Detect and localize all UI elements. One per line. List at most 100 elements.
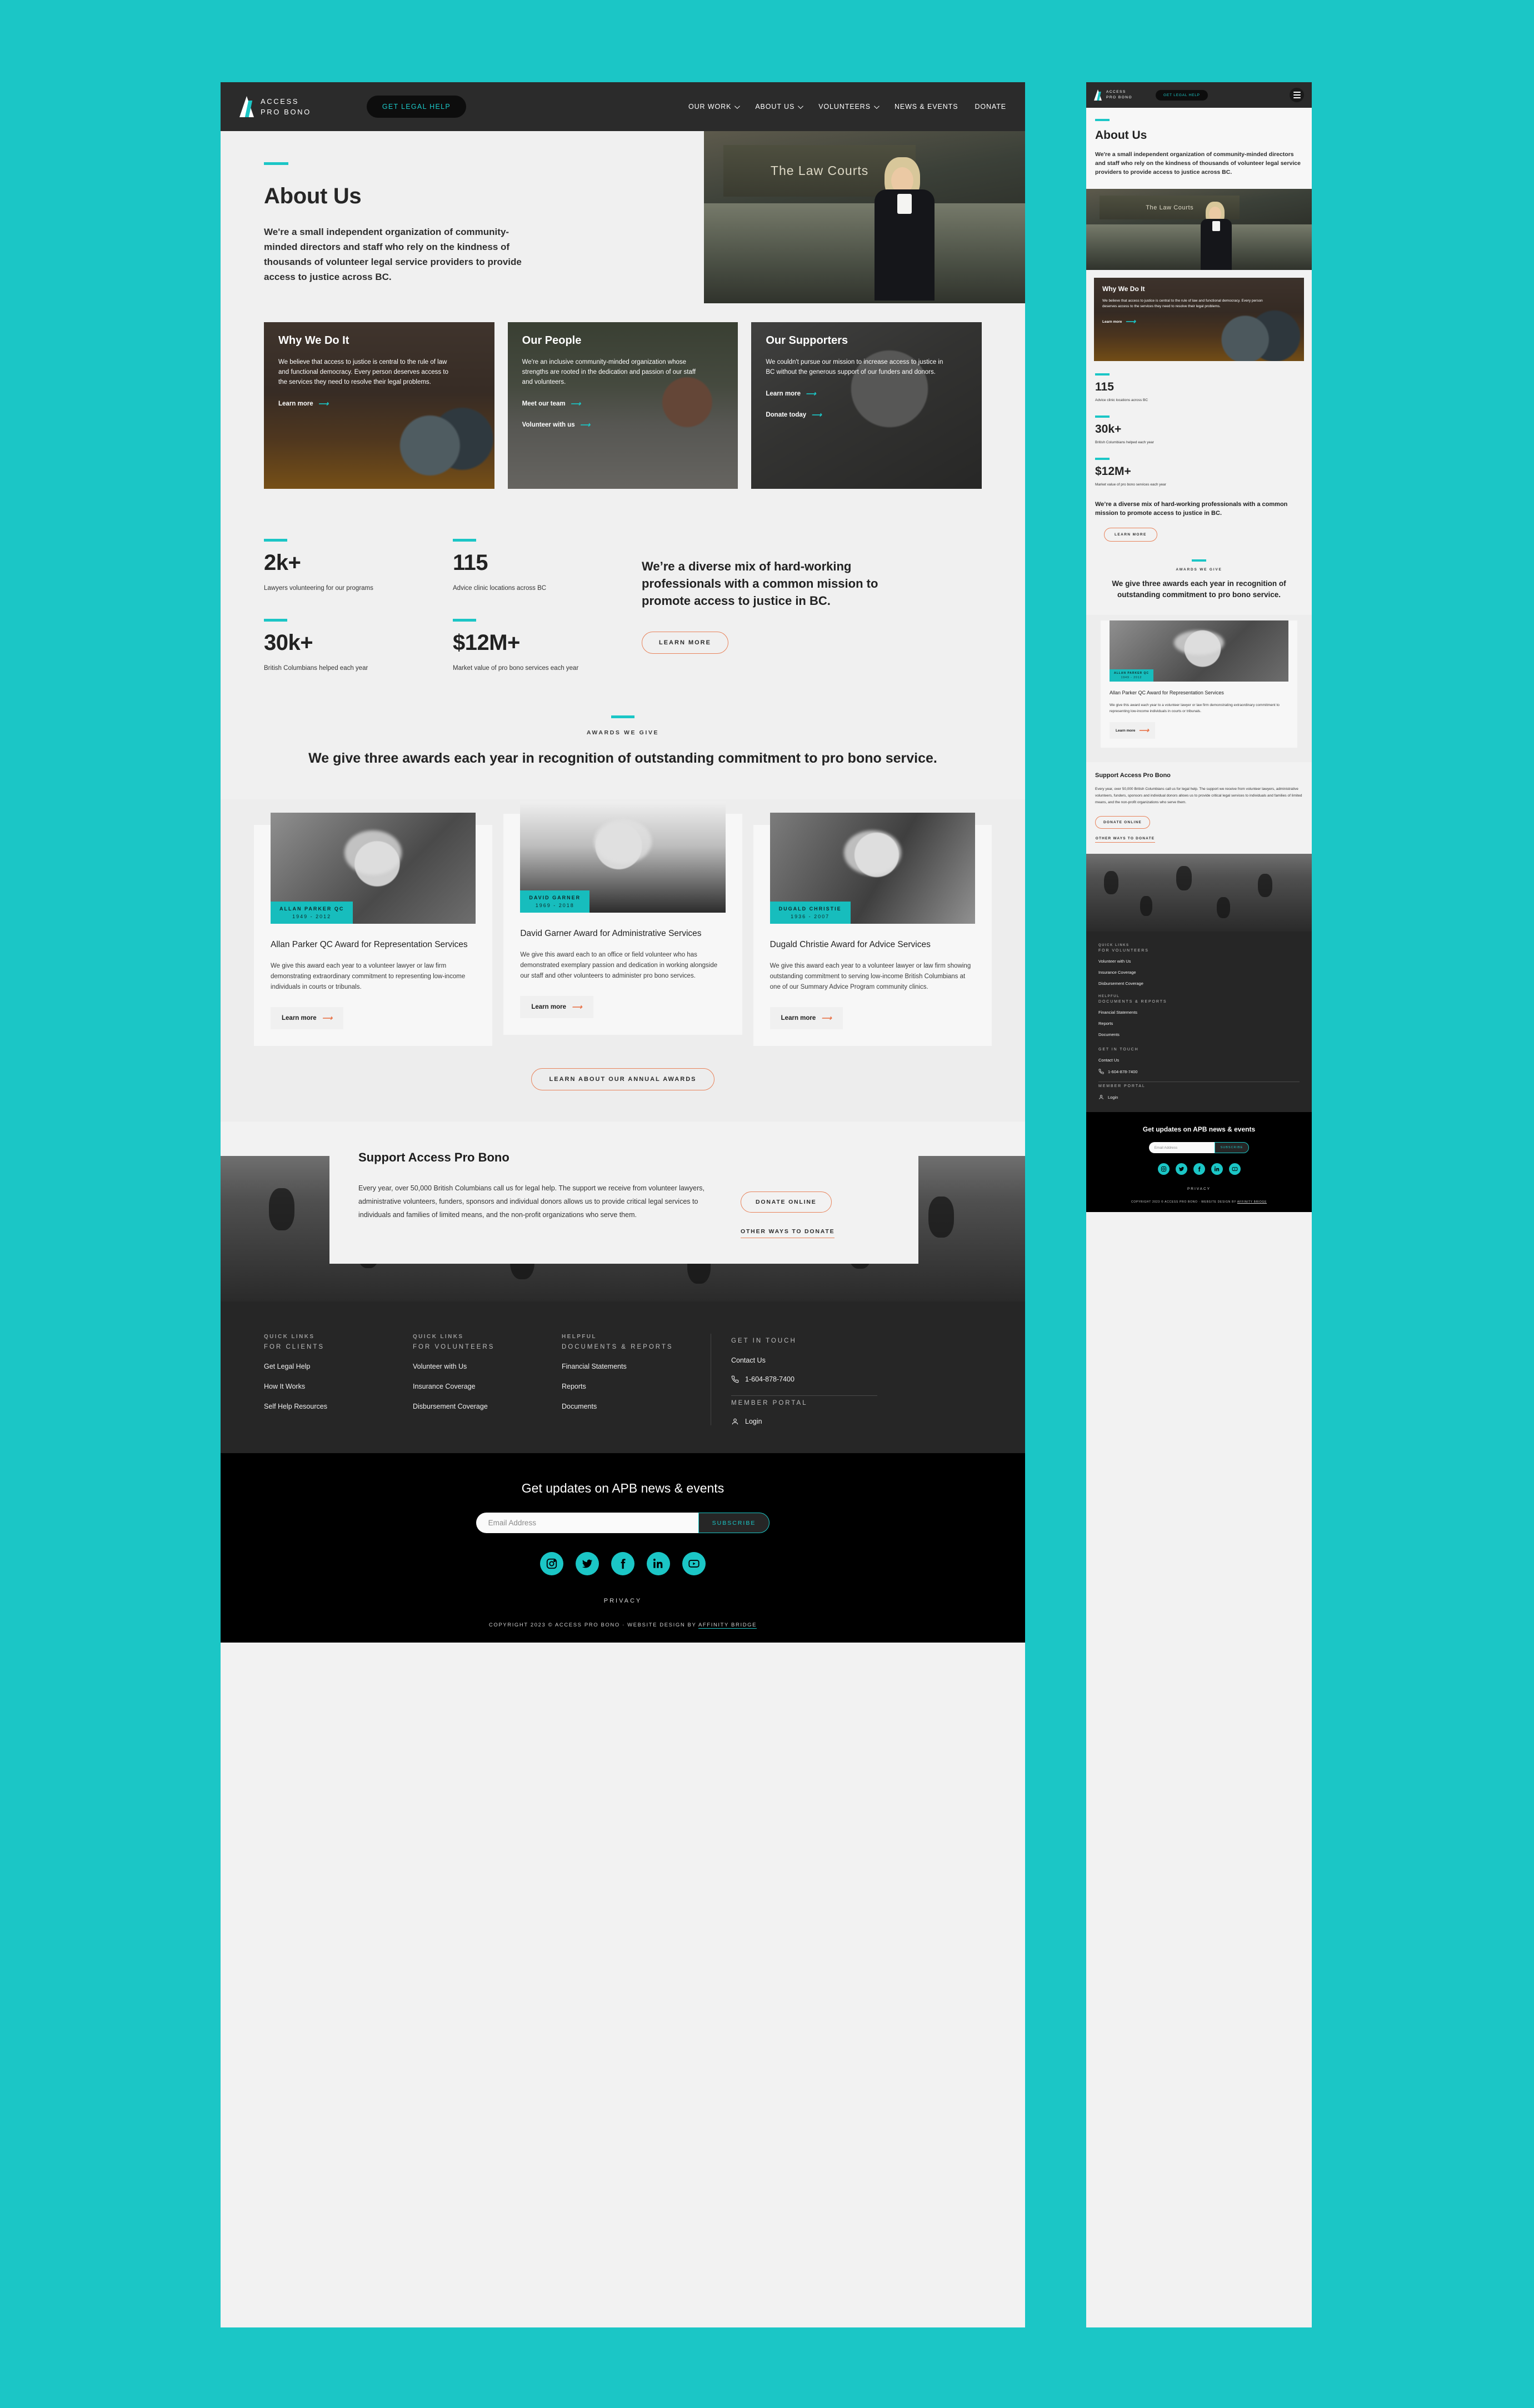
site-logo[interactable]: ACCESS PRO BONO [239, 96, 311, 117]
promo-body: We're an inclusive community-minded orga… [522, 359, 696, 386]
award-learn-more-button[interactable]: Learn more ⟶ [1110, 722, 1156, 739]
twitter-icon[interactable] [1175, 1163, 1187, 1175]
footer-link-financial-statements[interactable]: Financial Statements [1098, 1010, 1300, 1015]
nav-label: ABOUT US [755, 103, 795, 111]
learn-more-button[interactable]: LEARN MORE [642, 632, 728, 654]
email-input[interactable]: Email Address [1148, 1142, 1215, 1153]
nav-item-volunteers[interactable]: VOLUNTEERS [818, 103, 880, 111]
footer-link-insurance-coverage[interactable]: Insurance Coverage [1098, 970, 1300, 975]
privacy-link[interactable]: PRIVACY [1086, 1187, 1312, 1191]
subscribe-button[interactable]: SUBSCRIBE [698, 1513, 770, 1533]
promo-link-learn-more[interactable]: Learn more ⟶ [278, 399, 328, 408]
linkedin-icon[interactable] [1211, 1163, 1223, 1175]
privacy-link[interactable]: PRIVACY [221, 1598, 1025, 1604]
logo-wordmark: ACCESS PRO BONO [1106, 89, 1132, 101]
facebook-icon[interactable] [611, 1552, 634, 1575]
footer-link-volunteer-with-us[interactable]: Volunteer with Us [1098, 959, 1300, 964]
awards-eyebrow: AWARDS WE GIVE [586, 729, 659, 736]
subscribe-button[interactable]: SUBSCRIBE [1214, 1142, 1250, 1153]
youtube-icon[interactable] [682, 1552, 706, 1575]
stat-label: British Columbians helped each year [1095, 440, 1154, 444]
footer-link-reports[interactable]: Reports [1098, 1021, 1300, 1026]
footer-login[interactable]: Login [1098, 1094, 1300, 1100]
mobile-get-legal-help-button[interactable]: GET LEGAL HELP [1156, 89, 1208, 101]
nav-label: VOLUNTEERS [818, 103, 871, 111]
annual-awards-button[interactable]: LEARN ABOUT OUR ANNUAL AWARDS [531, 1068, 715, 1090]
promo-title: Why We Do It [1102, 285, 1145, 293]
logo-mark-icon [239, 96, 254, 117]
facebook-icon[interactable] [1193, 1163, 1205, 1175]
nav-item-news-events[interactable]: NEWS & EVENTS [895, 103, 958, 111]
stat-value: 30k+ [264, 630, 313, 655]
footer-link-documents[interactable]: Documents [562, 1403, 711, 1410]
mobile-header: ACCESS PRO BONO GET LEGAL HELP [1086, 82, 1312, 108]
footer-subheading: DOCUMENTS & REPORTS [1098, 1000, 1167, 1004]
mobile-viewport: ACCESS PRO BONO GET LEGAL HELP About Us … [1086, 82, 1312, 2327]
twitter-icon[interactable] [576, 1552, 599, 1575]
email-input[interactable]: Email Address [476, 1513, 698, 1533]
footer-divider [731, 1395, 877, 1396]
award-title: David Garner Award for Administrative Se… [520, 929, 702, 938]
footer-login[interactable]: Login [731, 1418, 877, 1425]
support-body: Every year, over 50,000 British Columbia… [358, 1184, 704, 1219]
promo-card-our-supporters[interactable]: Our Supporters We couldn't pursue our mi… [751, 322, 982, 489]
footer-column-volunteers: QUICK LINKS FOR VOLUNTEERS Volunteer wit… [413, 1334, 562, 1425]
footer-phone[interactable]: 1-604-878-7400 [1098, 1069, 1300, 1074]
newsletter-section: Get updates on APB news & events Email A… [221, 1453, 1025, 1643]
award-person-years: 1936 - 2007 [791, 914, 830, 919]
accent-rule [264, 619, 287, 622]
donate-online-button[interactable]: DONATE ONLINE [741, 1192, 832, 1213]
award-body: We give this award each year to a volunt… [1110, 703, 1280, 713]
award-learn-more-button[interactable]: Learn more ⟶ [271, 1007, 344, 1029]
instagram-icon[interactable] [1157, 1163, 1170, 1175]
get-legal-help-button[interactable]: GET LEGAL HELP [366, 96, 466, 118]
mobile-newsletter: Get updates on APB news & events Email A… [1086, 1112, 1312, 1212]
mobile-learn-more-button[interactable]: LEARN MORE [1104, 528, 1157, 542]
footer-link-self-help-resources[interactable]: Self Help Resources [264, 1403, 413, 1410]
promo-link-volunteer-with-us[interactable]: Volunteer with us ⟶ [522, 420, 591, 429]
affinity-bridge-link[interactable]: AFFINITY BRIDGE [1237, 1200, 1267, 1204]
footer-link-disbursement-coverage[interactable]: Disbursement Coverage [413, 1403, 562, 1410]
linkedin-icon[interactable] [647, 1552, 670, 1575]
footer-link-how-it-works[interactable]: How It Works [264, 1383, 413, 1390]
stat-label: Lawyers volunteering for our programs [264, 585, 373, 592]
award-learn-more-button[interactable]: Learn more ⟶ [520, 996, 593, 1018]
nav-item-donate[interactable]: DONATE [975, 103, 1006, 111]
user-icon [1099, 1095, 1103, 1099]
nav-item-about-us[interactable]: ABOUT US [755, 103, 804, 111]
promo-link-meet-our-team[interactable]: Meet our team ⟶ [522, 399, 581, 408]
award-name-tag: ALLAN PARKER QC 1949 - 2012 [271, 902, 353, 924]
nav-item-our-work[interactable]: OUR WORK [688, 103, 741, 111]
promo-link-learn-more[interactable]: Learn more ⟶ [766, 389, 816, 398]
affinity-bridge-link[interactable]: AFFINITY BRIDGE [698, 1622, 757, 1629]
instagram-icon[interactable] [540, 1552, 563, 1575]
footer-link-reports[interactable]: Reports [562, 1383, 711, 1390]
footer-link-financial-statements[interactable]: Financial Statements [562, 1363, 711, 1370]
other-ways-to-donate-link[interactable]: OTHER WAYS TO DONATE [741, 1228, 835, 1238]
footer-link-insurance-coverage[interactable]: Insurance Coverage [413, 1383, 562, 1390]
award-learn-more-button[interactable]: Learn more ⟶ [770, 1007, 843, 1029]
donate-online-button[interactable]: DONATE ONLINE [1095, 816, 1150, 829]
footer-subheading: FOR VOLUNTEERS [413, 1344, 495, 1350]
youtube-icon[interactable] [1228, 1163, 1241, 1175]
mobile-promo-card-why-we-do-it[interactable]: Why We Do It We believe that access to j… [1094, 278, 1304, 361]
support-body: Every year, over 50,000 British Columbia… [1095, 787, 1302, 804]
footer-link-get-legal-help[interactable]: Get Legal Help [264, 1363, 413, 1370]
footer-link-contact-us[interactable]: Contact Us [731, 1356, 877, 1364]
promo-link-learn-more[interactable]: Learn more ⟶ [1102, 317, 1136, 326]
footer-phone[interactable]: 1-604-878-7400 [731, 1375, 877, 1383]
footer-link-contact-us[interactable]: Contact Us [1098, 1058, 1300, 1063]
footer-link-volunteer-with-us[interactable]: Volunteer with Us [413, 1363, 562, 1370]
footer-link-documents[interactable]: Documents [1098, 1032, 1300, 1037]
promo-title: Why We Do It [278, 334, 349, 347]
stat-value: 115 [453, 550, 488, 575]
stat-label: Market value of pro bono services each y… [1095, 483, 1166, 487]
promo-link-donate-today[interactable]: Donate today ⟶ [766, 410, 821, 419]
promo-card-why-we-do-it[interactable]: Why We Do It We believe that access to j… [264, 322, 494, 489]
promo-card-our-people[interactable]: Our People We're an inclusive community-… [507, 322, 738, 489]
other-ways-to-donate-link[interactable]: OTHER WAYS TO DONATE [1095, 837, 1155, 843]
hamburger-icon[interactable] [1290, 88, 1304, 102]
footer-login-label: Login [745, 1418, 762, 1425]
footer-link-disbursement-coverage[interactable]: Disbursement Coverage [1098, 981, 1300, 986]
mobile-page-title: About Us [1095, 129, 1147, 142]
